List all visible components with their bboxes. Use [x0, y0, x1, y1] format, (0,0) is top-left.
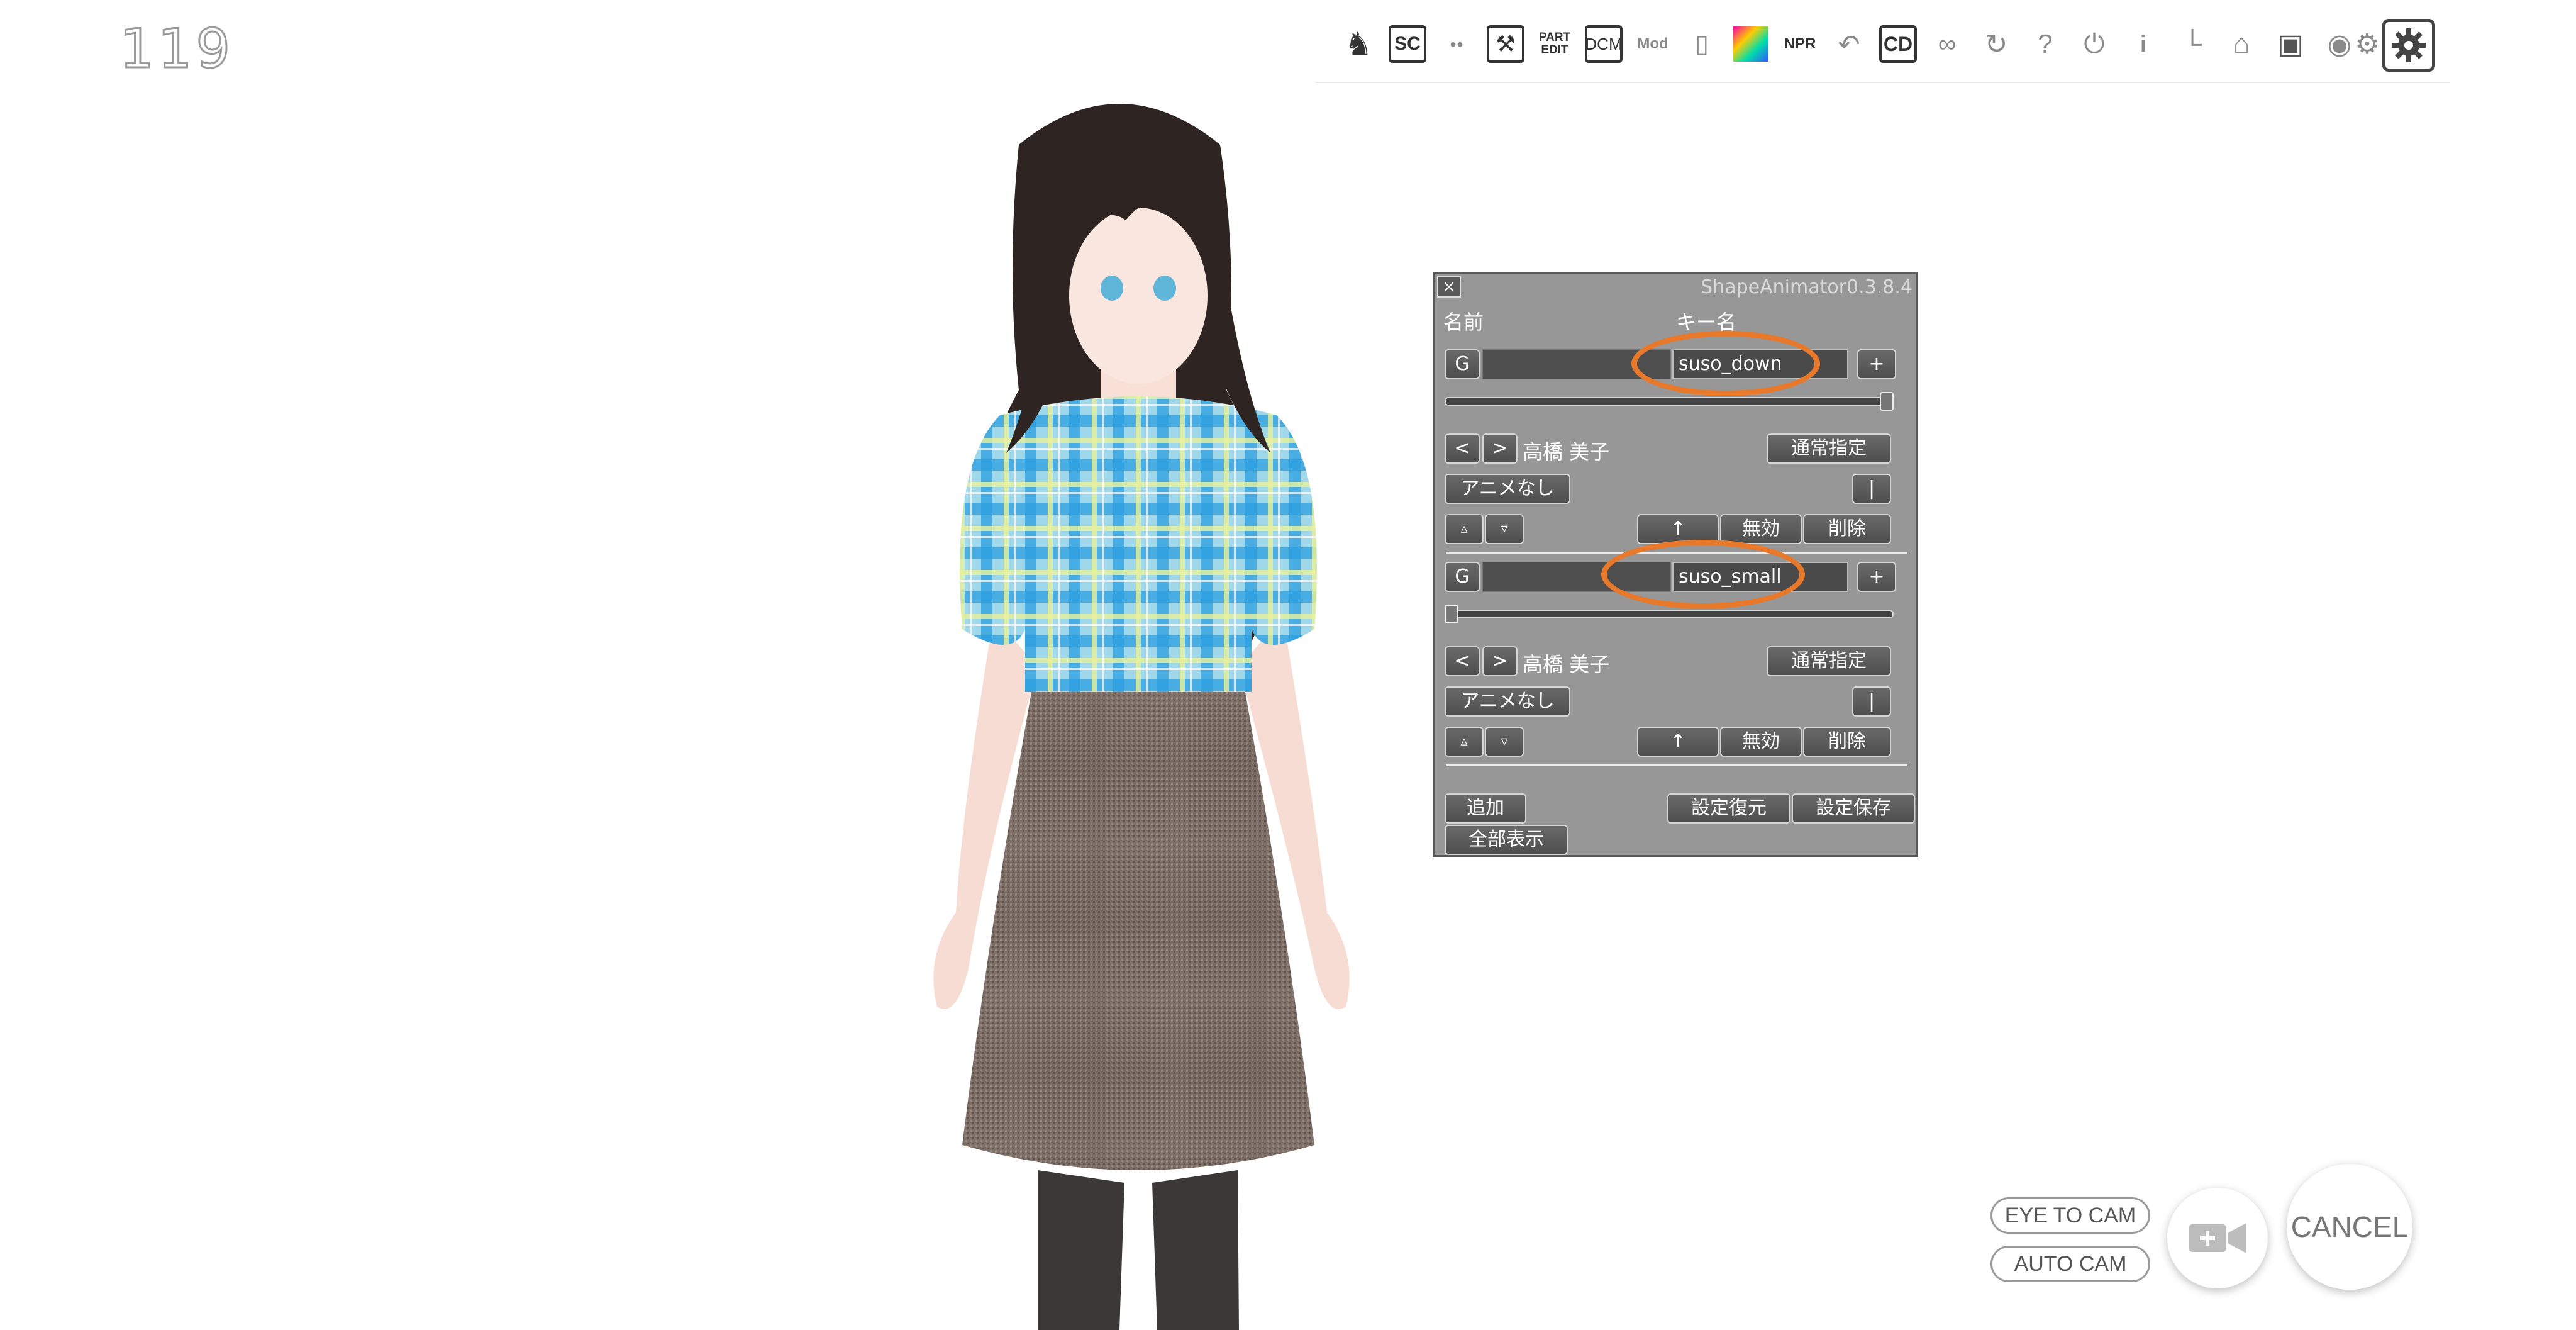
group-button[interactable]: G — [1445, 562, 1480, 592]
slot-icon[interactable]: ▯ — [1683, 25, 1721, 63]
delete-button[interactable]: 削除 — [1803, 727, 1891, 757]
anime-button[interactable]: アニメなし — [1445, 474, 1570, 504]
disable-button[interactable]: 無効 — [1720, 514, 1802, 544]
add-key-button[interactable]: + — [1857, 349, 1896, 379]
next-maid-button[interactable]: > — [1482, 433, 1518, 464]
character-model — [933, 104, 1350, 1330]
add-button[interactable]: 追加 — [1445, 793, 1526, 824]
entry-divider — [1446, 552, 1907, 554]
camera-icon[interactable]: ◉ — [2321, 25, 2358, 63]
move-down-small-button[interactable]: ▿ — [1485, 727, 1524, 757]
show-all-button[interactable]: 全部表示 — [1445, 825, 1568, 855]
power-icon[interactable]: ⏻ — [2075, 25, 2113, 63]
move-down-small-button[interactable]: ▿ — [1485, 514, 1524, 544]
undo-icon[interactable]: ↶ — [1830, 25, 1868, 63]
move-up-small-button[interactable]: ▵ — [1445, 514, 1484, 544]
info-icon[interactable]: i — [2124, 25, 2162, 63]
move-up-small-button[interactable]: ▵ — [1445, 727, 1484, 757]
toggle-bar-button[interactable]: | — [1852, 686, 1891, 717]
slider-knob[interactable] — [1445, 605, 1458, 623]
move-up-button[interactable]: ↑ — [1637, 727, 1719, 757]
toggle-bar-button[interactable]: | — [1852, 474, 1891, 504]
save-settings-button[interactable]: 設定保存 — [1792, 793, 1915, 824]
top-toolbar: ♞ SC ●● ⚒ PART EDIT DCM Mod ▯ NPR ↶ CD ∞… — [1316, 13, 2450, 83]
delete-button[interactable]: 削除 — [1803, 514, 1891, 544]
sc-icon[interactable]: SC — [1389, 25, 1426, 63]
group-button[interactable]: G — [1445, 349, 1480, 379]
color-palette-icon[interactable] — [1732, 25, 1770, 63]
prev-maid-button[interactable]: < — [1445, 646, 1480, 676]
shape-name-field[interactable] — [1482, 349, 1671, 379]
phone-camera-icon[interactable]: ▣ — [2272, 25, 2309, 63]
mode-button[interactable]: 通常指定 — [1767, 646, 1891, 676]
maid-name: 高橋 美子 — [1523, 652, 1610, 676]
close-button[interactable]: × — [1437, 276, 1461, 298]
header-name: 名前 — [1443, 310, 1484, 334]
eye-to-cam-button[interactable]: EYE TO CAM — [1990, 1197, 2150, 1234]
cd-icon[interactable]: CD — [1879, 25, 1917, 63]
add-key-button[interactable]: + — [1857, 562, 1896, 592]
npr-icon[interactable]: NPR — [1781, 25, 1819, 63]
add-camera-button[interactable] — [2167, 1188, 2268, 1288]
entry-divider — [1446, 764, 1907, 766]
cancel-button[interactable]: CANCEL — [2287, 1164, 2412, 1290]
shape-value-slider[interactable] — [1445, 610, 1894, 618]
disable-button[interactable]: 無効 — [1720, 727, 1802, 757]
graph-icon[interactable]: └ — [2174, 25, 2211, 63]
gears-icon[interactable]: ⚙ — [2353, 25, 2381, 63]
part-edit-icon[interactable]: PART EDIT — [1535, 25, 1575, 63]
glasses-icon[interactable]: ∞ — [1928, 25, 1966, 63]
settings-gear-icon[interactable] — [2382, 19, 2435, 72]
shape-value-slider[interactable] — [1445, 397, 1894, 406]
anime-button[interactable]: アニメなし — [1445, 686, 1570, 717]
refresh-icon[interactable]: ↻ — [1977, 25, 2015, 63]
next-maid-button[interactable]: > — [1482, 646, 1518, 676]
auto-cam-button[interactable]: AUTO CAM — [1990, 1246, 2150, 1282]
maid-name: 高橋 美子 — [1523, 440, 1610, 464]
gear-icon — [2392, 28, 2426, 62]
shape-name-field[interactable] — [1482, 562, 1671, 592]
wrench-icon[interactable]: ⚒ — [1487, 25, 1524, 63]
video-camera-plus-icon — [2189, 1223, 2246, 1253]
move-up-button[interactable]: ↑ — [1637, 514, 1719, 544]
pose-icon[interactable]: ♞ — [1340, 25, 1377, 63]
key-name-field[interactable]: suso_small — [1672, 562, 1848, 592]
fps-counter: 119 — [118, 17, 235, 82]
help-icon[interactable]: ? — [2026, 25, 2064, 63]
header-key-name: キー名 — [1676, 310, 1737, 334]
key-name-field[interactable]: suso_down — [1672, 349, 1848, 379]
shape-animator-panel: × ShapeAnimator0.3.8.4 名前 キー名 G suso_dow… — [1433, 272, 1918, 857]
eye-mask-icon[interactable]: ●● — [1438, 25, 1475, 63]
mode-button[interactable]: 通常指定 — [1767, 433, 1891, 464]
panel-title: ShapeAnimator0.3.8.4 — [1701, 276, 1913, 298]
mod-icon[interactable]: Mod — [1634, 25, 1672, 63]
basket-icon[interactable]: ⌂ — [2223, 25, 2260, 63]
dcm-icon[interactable]: DCM — [1585, 25, 1623, 63]
prev-maid-button[interactable]: < — [1445, 433, 1480, 464]
cancel-label: CANCEL — [2290, 1210, 2409, 1243]
restore-settings-button[interactable]: 設定復元 — [1667, 793, 1790, 824]
slider-knob[interactable] — [1880, 392, 1894, 411]
